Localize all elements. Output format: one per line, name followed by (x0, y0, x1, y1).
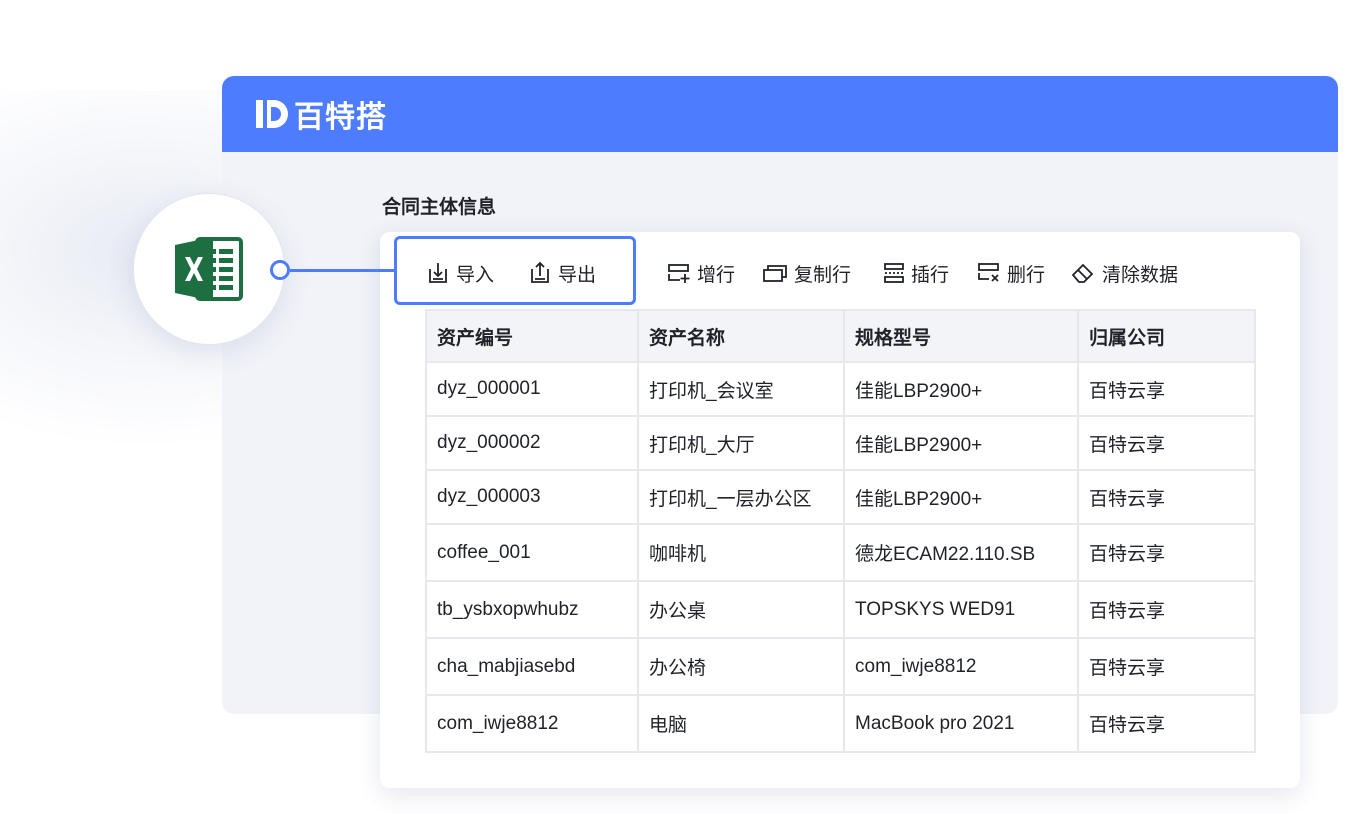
table-cell[interactable]: 打印机_一层办公区 (637, 469, 845, 525)
table-cell[interactable]: 德龙ECAM22.110.SB (843, 523, 1079, 582)
excel-badge (133, 193, 285, 345)
table-row[interactable]: coffee_001 咖啡机 德龙ECAM22.110.SB 百特云享 (425, 523, 1256, 582)
connector-line (290, 269, 396, 272)
table-cell[interactable]: 百特云享 (1077, 580, 1256, 639)
table-cell[interactable]: 咖啡机 (637, 523, 845, 582)
table-row[interactable]: com_iwje8812 电脑 MacBook pro 2021 百特云享 (425, 694, 1256, 753)
insert-row-icon (884, 263, 904, 283)
table-cell[interactable]: 百特云享 (1077, 415, 1256, 471)
insert-row-button[interactable]: 插行 (883, 258, 949, 288)
table-row[interactable]: dyz_000001 打印机_会议室 佳能LBP2900+ 百特云享 (425, 361, 1256, 417)
add-row-label: 增行 (697, 264, 736, 286)
column-header-company[interactable]: 归属公司 (1077, 309, 1256, 363)
table-cell[interactable]: 打印机_会议室 (637, 361, 845, 417)
table-cell[interactable]: 百特云享 (1077, 694, 1256, 753)
section-title: 合同主体信息 (382, 197, 497, 218)
export-label: 导出 (558, 264, 597, 286)
table-cell[interactable]: dyz_000001 (425, 361, 639, 417)
table-cell[interactable]: cha_mabjiasebd (425, 637, 639, 696)
table-cell[interactable]: MacBook pro 2021 (843, 694, 1079, 753)
table-cell[interactable]: 办公椅 (637, 637, 845, 696)
export-button[interactable]: 导出 (528, 258, 596, 288)
import-label: 导入 (456, 264, 495, 286)
brand-logo-icon (256, 100, 288, 128)
table-cell[interactable]: 百特云享 (1077, 637, 1256, 696)
import-button[interactable]: 导入 (426, 258, 494, 288)
add-row-button[interactable]: 增行 (667, 258, 735, 288)
column-header-asset-id[interactable]: 资产编号 (425, 309, 639, 363)
table-row[interactable]: dyz_000002 打印机_大厅 佳能LBP2900+ 百特云享 (425, 415, 1256, 471)
table-cell[interactable]: 佳能LBP2900+ (843, 361, 1079, 417)
table-row[interactable]: dyz_000003 打印机_一层办公区 佳能LBP2900+ 百特云享 (425, 469, 1256, 525)
eraser-icon (1071, 263, 1094, 283)
brand-name: 百特搭 (294, 101, 387, 134)
table-cell[interactable]: 办公桌 (637, 580, 845, 639)
add-row-icon (668, 264, 690, 283)
table-cell[interactable]: dyz_000002 (425, 415, 639, 471)
clear-data-label: 清除数据 (1102, 264, 1179, 286)
table-cell[interactable]: tb_ysbxopwhubz (425, 580, 639, 639)
excel-icon (175, 237, 243, 301)
table-cell[interactable]: com_iwje8812 (843, 637, 1079, 696)
brand[interactable]: 百特搭 (254, 96, 387, 134)
insert-row-label: 插行 (911, 264, 950, 286)
table-cell[interactable]: 百特云享 (1077, 523, 1256, 582)
delete-row-button[interactable]: 删行 (977, 258, 1045, 288)
table-row[interactable]: tb_ysbxopwhubz 办公桌 TOPSKYS WED91 百特云享 (425, 580, 1256, 639)
table-cell[interactable]: dyz_000003 (425, 469, 639, 525)
table-cell[interactable]: 打印机_大厅 (637, 415, 845, 471)
column-header-asset-name[interactable]: 资产名称 (637, 309, 845, 363)
delete-row-icon (978, 263, 999, 282)
table-row[interactable]: cha_mabjiasebd 办公椅 com_iwje8812 百特云享 (425, 637, 1256, 696)
table-header-row: 资产编号 资产名称 规格型号 归属公司 (425, 309, 1256, 363)
import-icon (429, 263, 447, 283)
column-header-model[interactable]: 规格型号 (843, 309, 1079, 363)
app-header: 百特搭 (222, 76, 1338, 152)
table-cell[interactable]: 佳能LBP2900+ (843, 469, 1079, 525)
export-icon (531, 261, 549, 283)
table-cell[interactable]: TOPSKYS WED91 (843, 580, 1079, 639)
table-cell[interactable]: 百特云享 (1077, 361, 1256, 417)
clear-data-button[interactable]: 清除数据 (1070, 258, 1178, 288)
table-cell[interactable]: coffee_001 (425, 523, 639, 582)
table-cell[interactable]: 百特云享 (1077, 469, 1256, 525)
copy-row-label: 复制行 (794, 264, 852, 286)
table-cell[interactable]: 电脑 (637, 694, 845, 753)
asset-table: 资产编号 资产名称 规格型号 归属公司 dyz_000001 打印机_会议室 佳… (425, 309, 1256, 753)
connector-dot (270, 260, 290, 280)
copy-row-icon (763, 265, 787, 282)
table-cell[interactable]: com_iwje8812 (425, 694, 639, 753)
delete-row-label: 删行 (1007, 264, 1046, 286)
copy-row-button[interactable]: 复制行 (762, 258, 851, 288)
table-cell[interactable]: 佳能LBP2900+ (843, 415, 1079, 471)
